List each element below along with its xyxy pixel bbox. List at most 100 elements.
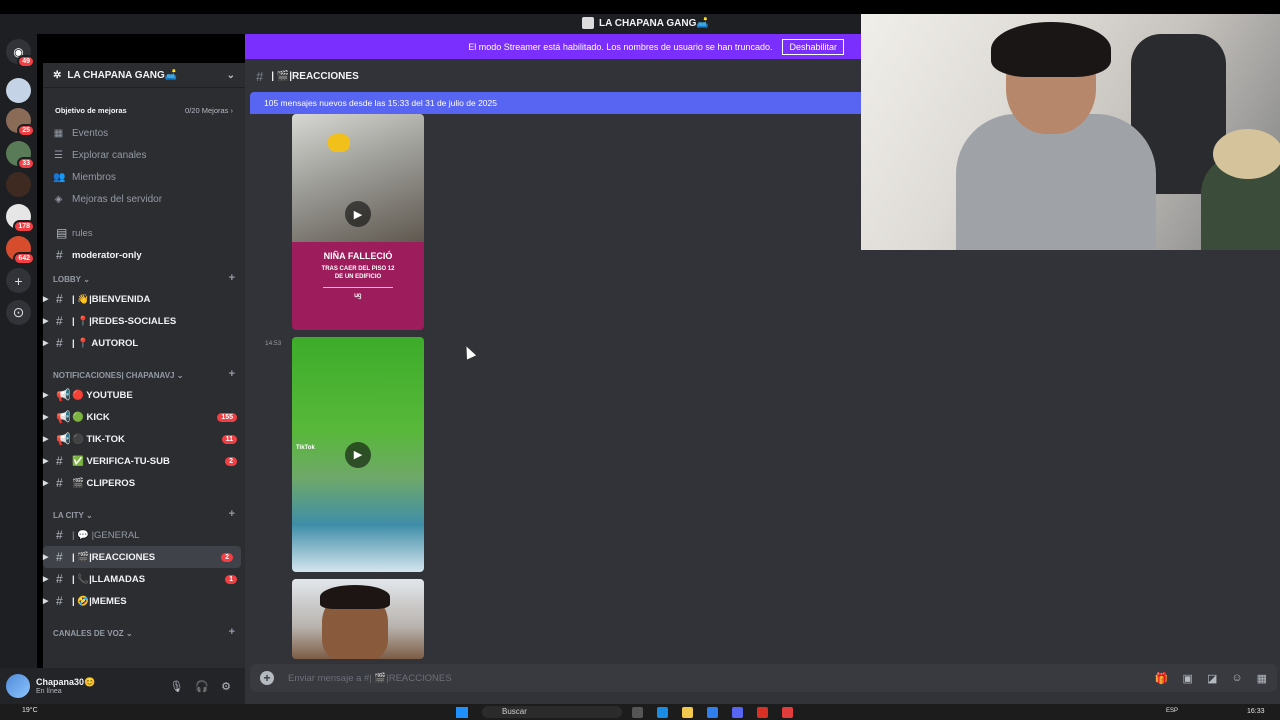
channel-item-active[interactable]: ▶ # | 🎬|REACCIONES 2 (43, 546, 241, 568)
file-explorer-icon[interactable] (682, 707, 693, 718)
app-icon[interactable] (782, 707, 793, 718)
channel-item[interactable]: ▶ # | 👋|BIENVENIDA (43, 288, 245, 310)
channel-moderator-only[interactable]: # moderator-only (43, 244, 245, 266)
menu-browse-channels[interactable]: ☰ Explorar canales (43, 144, 245, 166)
server-icon[interactable]: 642 (6, 236, 35, 265)
mention-badge: 2 (225, 456, 237, 466)
chrome-icon[interactable] (757, 707, 768, 718)
message-composer[interactable]: + Enviar mensaje a #| 🎬|REACCIONES 🎁 ▣ ◪… (250, 664, 1277, 692)
menu-members[interactable]: 👥 Miembros (43, 166, 245, 188)
hash-icon: # (56, 292, 63, 306)
taskbar: 19°C Buscar ESP 16:33 (0, 704, 1280, 720)
server-icon[interactable] (6, 78, 31, 103)
chevron-down-icon: ⌄ (226, 69, 235, 81)
server-badge: 25 (17, 124, 35, 137)
gear-icon[interactable]: ⚙ (221, 680, 231, 693)
edge-icon[interactable] (657, 707, 668, 718)
channel-item[interactable]: ▶ 📢 🔴 YOUTUBE (43, 384, 245, 406)
channel-item[interactable]: ▶ # 🎬 CLIPEROS (43, 472, 245, 494)
server-shield-icon: ✲ (53, 69, 62, 81)
collapse-arrow-icon: ▶ (43, 554, 49, 561)
microphone-icon[interactable]: 🎙 (169, 680, 183, 693)
add-channel-icon[interactable]: + (229, 272, 235, 284)
add-channel-icon[interactable]: + (229, 626, 235, 638)
server-icon[interactable]: 178 (6, 204, 35, 233)
add-channel-icon[interactable]: + (229, 508, 235, 520)
message-timestamp: 14:53 (265, 340, 282, 347)
menu-server-boosts[interactable]: ◈ Mejoras del servidor (43, 188, 245, 210)
task-view-icon[interactable] (632, 707, 643, 718)
channel-item[interactable]: ▶ # | 🤣|MEMES (43, 590, 245, 612)
add-attachment-icon[interactable]: + (260, 671, 274, 685)
tiktok-watermark: TikTok (296, 445, 315, 451)
dm-home-icon[interactable]: ◉ 49 (6, 39, 35, 68)
boost-label: Objetivo de mejoras (55, 105, 127, 115)
play-icon[interactable]: ▶ (345, 201, 371, 227)
collapse-arrow-icon: ▶ (43, 340, 49, 347)
category-la-city[interactable]: LA CITY ⌄ + (43, 494, 245, 524)
windows-start-icon[interactable] (456, 707, 468, 718)
category-voice[interactable]: CANALES DE VOZ ⌄ + (43, 612, 245, 642)
caption-headline: NIÑA FALLECIÓ (323, 251, 393, 261)
video-caption-card: NIÑA FALLECIÓ TRAS CAER DEL PISO 12 DE U… (292, 242, 424, 330)
gift-icon[interactable]: 🎁 (1155, 672, 1169, 685)
video-attachment[interactable]: TikTok ▶ (292, 337, 424, 572)
disable-streamer-button[interactable]: Deshabilitar (782, 38, 844, 55)
server-icon[interactable]: 25 (6, 108, 35, 137)
category-notifications[interactable]: NOTIFICACIONES| CHAPANAVJ ⌄ + (43, 354, 245, 384)
collapse-arrow-icon: ▶ (43, 458, 49, 465)
hash-icon: # (56, 314, 63, 328)
explore-icon[interactable]: ⊙ (6, 300, 31, 325)
caption-subtitle: TRAS CAER DEL PISO 12 DE UN EDIFICIO (321, 266, 395, 280)
user-info[interactable]: Chapana30😊 En línea (36, 677, 95, 695)
server-icon[interactable] (6, 172, 31, 197)
sticker-icon[interactable]: ◪ (1207, 672, 1217, 685)
channel-item[interactable]: ▶ # | 📍|REDES-SOCIALES (43, 310, 245, 332)
video-attachment[interactable] (292, 579, 424, 659)
new-messages-bar[interactable]: 105 mensajes nuevos desde las 15:33 del … (250, 92, 861, 114)
channel-rules[interactable]: ▤ rules (43, 222, 245, 244)
collapse-arrow-icon: ▶ (43, 296, 49, 303)
server-header[interactable]: ✲ LA CHAPANA GANG🛋️ ⌄ (43, 63, 245, 88)
channel-item[interactable]: ▶ # | 📍 AUTOROL (43, 332, 245, 354)
language-indicator[interactable]: ESP (1166, 708, 1178, 714)
category-lobby[interactable]: LOBBY ⌄ + (43, 266, 245, 288)
boost-goal[interactable]: Objetivo de mejoras 0/20 Mejoras › (49, 100, 239, 120)
calendar-icon: ▦ (53, 127, 64, 139)
weather-widget[interactable]: 19°C (22, 707, 38, 714)
discord-icon[interactable] (732, 707, 743, 718)
collapse-arrow-icon: ▶ (43, 436, 49, 443)
avatar[interactable] (6, 674, 30, 698)
streamer-mode-banner: El modo Streamer está habilitado. Los no… (245, 34, 861, 59)
headphones-icon[interactable]: 🎧 (195, 680, 209, 693)
collapse-arrow-icon: ▶ (43, 318, 49, 325)
channel-title: | 🎬|REACCIONES (271, 70, 359, 82)
composer-placeholder[interactable]: Enviar mensaje a #| 🎬|REACCIONES (288, 673, 452, 684)
emoji-icon[interactable]: ☺ (1231, 672, 1242, 685)
composer-tools: 🎁 ▣ ◪ ☺ ▦ (1155, 672, 1267, 685)
collapse-arrow-icon: ▶ (43, 598, 49, 605)
channel-item[interactable]: # | 💬 |GENERAL (43, 524, 245, 546)
play-icon[interactable]: ▶ (345, 441, 371, 468)
add-server-icon[interactable]: + (6, 268, 31, 293)
channel-item[interactable]: ▶ # | 📞|LLAMADAS 1 (43, 568, 245, 590)
channel-item[interactable]: ▶ 📢 ⚫ TIK-TOK 11 (43, 428, 245, 450)
hash-icon: # (56, 454, 63, 468)
mouse-cursor (461, 344, 477, 360)
menu-events[interactable]: ▦ Eventos (43, 122, 245, 144)
hash-icon: # (56, 594, 63, 608)
hash-icon: # (56, 528, 63, 542)
hash-icon: # (56, 248, 63, 262)
list-icon: ☰ (54, 149, 63, 161)
server-icon[interactable]: 33 (6, 141, 35, 170)
channel-item[interactable]: ▶ # ✅ VERIFICA-TU-SUB 2 (43, 450, 245, 472)
video-attachment[interactable]: ▶ NIÑA FALLECIÓ TRAS CAER DEL PISO 12 DE… (292, 114, 424, 330)
add-channel-icon[interactable]: + (229, 368, 235, 380)
collapse-arrow-icon: ▶ (43, 414, 49, 421)
store-icon[interactable] (707, 707, 718, 718)
taskbar-search[interactable]: Buscar (482, 706, 622, 718)
apps-icon[interactable]: ▦ (1257, 672, 1267, 685)
gif-icon[interactable]: ▣ (1183, 672, 1193, 685)
channel-item[interactable]: ▶ 📢 🟢 KICK 155 (43, 406, 245, 428)
clock[interactable]: 16:33 (1247, 708, 1265, 715)
